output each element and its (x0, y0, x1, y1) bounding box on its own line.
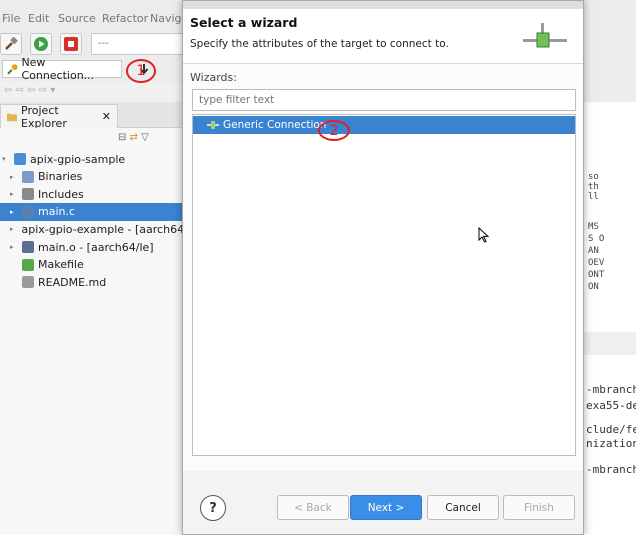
connection-combo-label: New Connection... (21, 56, 95, 82)
launch-configuration-combo[interactable]: --- (91, 33, 191, 55)
finish-button[interactable]: Finish (503, 495, 575, 520)
object-file-icon (22, 241, 34, 253)
editor-line: th (588, 182, 599, 192)
next-button[interactable]: Next > (350, 495, 422, 520)
tree-item-label: Makefile (38, 258, 84, 272)
back-button[interactable]: < Back (277, 495, 349, 520)
editor-line: ON (588, 282, 599, 292)
editor-line: AN (588, 246, 599, 256)
editor-pane[interactable]: so th ll MS S O AN OEV ONT ON (583, 102, 636, 332)
tree-item-label: apix-gpio-example - [aarch64/le] (21, 222, 185, 236)
editor-line: S O (588, 234, 605, 244)
annotation-step-2: 2 (318, 120, 350, 141)
tab-project-explorer-label: Project Explorer (21, 103, 67, 130)
chevron-right-icon[interactable]: ▸ (10, 243, 18, 251)
wizards-label: Wizards: (190, 71, 237, 84)
binaries-icon (22, 170, 34, 183)
tree-item-label: main.o - [aarch64/le] (38, 240, 154, 254)
menu-source[interactable]: Source (58, 12, 96, 25)
help-button[interactable]: ? (200, 495, 226, 521)
menu-edit[interactable]: Edit (28, 12, 49, 25)
console-pane[interactable]: -mbranch exa55-dey clude/fea nization -m… (583, 355, 636, 535)
filter-icon[interactable]: ▽ (141, 132, 149, 143)
dialog-subtitle: Specify the attributes of the target to … (190, 38, 449, 50)
wizard-item-generic-connection[interactable]: Generic Connection (193, 116, 575, 134)
tree-item[interactable]: ▸ Includes (0, 185, 185, 203)
collapse-all-icon[interactable]: ⊟ (118, 132, 126, 143)
right-toolbar (583, 30, 636, 102)
menu-refactor[interactable]: Refactor (102, 12, 148, 25)
run-icon[interactable] (30, 33, 52, 55)
dialog-heading: Select a wizard (190, 15, 298, 30)
wizard-filter-input[interactable] (192, 89, 576, 111)
console-line: -mbranch (586, 383, 636, 396)
close-icon[interactable]: ✕ (102, 110, 111, 123)
folder-icon (7, 113, 18, 122)
tree-item-label: main.c (38, 205, 76, 219)
tree-item-label: Binaries (38, 170, 83, 184)
editor-line: ONT (588, 270, 605, 280)
annotation-step-1: 1 (126, 59, 156, 83)
chevron-down-icon[interactable]: ▾ (2, 155, 10, 163)
build-hammer-icon[interactable] (0, 33, 22, 55)
link-editor-icon[interactable]: ⇄ (130, 132, 138, 143)
new-connection-dialog: Select a wizard Specify the attributes o… (182, 0, 584, 535)
tree-item[interactable]: Makefile (0, 256, 185, 274)
c-file-icon (22, 205, 34, 218)
chevron-right-icon[interactable]: ▸ (10, 173, 18, 181)
connection-combo[interactable]: New Connection... (2, 56, 122, 82)
console-line: exa55-dey (586, 399, 636, 412)
tree-item[interactable]: ▸ main.c (0, 202, 185, 221)
console-line: nization (586, 437, 636, 450)
generic-connection-icon (207, 121, 219, 129)
navigation-toolbar: ⇦ ⇨ ⇦ ⇨ ▾ (4, 85, 56, 96)
editor-line: MS (588, 222, 599, 232)
tab-project-explorer[interactable]: Project Explorer ✕ (0, 103, 118, 130)
makefile-icon (22, 258, 34, 271)
markdown-file-icon (22, 276, 34, 289)
tree-item[interactable]: ▸ apix-gpio-example - [aarch64/le] (0, 220, 185, 238)
tree-item[interactable]: README.md (0, 273, 185, 291)
connection-wizard-banner-icon (523, 23, 567, 48)
wizard-item-label: Generic Connection (223, 119, 327, 131)
editor-line: OEV (588, 258, 605, 268)
console-line: clude/fea (586, 423, 636, 436)
chevron-right-icon[interactable]: ▸ (10, 225, 14, 233)
tree-item-label: apix-gpio-sample (30, 152, 126, 166)
tree-item[interactable]: ▸ main.o - [aarch64/le] (0, 238, 185, 256)
editor-line: so (588, 172, 599, 182)
cancel-button[interactable]: Cancel (427, 495, 499, 520)
editor-line: ll (588, 192, 599, 202)
project-icon (14, 153, 26, 165)
menu-file[interactable]: File (2, 12, 20, 25)
mouse-cursor-icon (478, 227, 490, 243)
tree-item[interactable]: ▾ apix-gpio-sample (0, 150, 185, 168)
tree-toolbar: ⊟ ⇄ ▽ (118, 132, 178, 146)
chevron-right-icon[interactable]: ▸ (10, 190, 18, 198)
stop-icon[interactable] (60, 33, 82, 55)
includes-icon (22, 188, 34, 201)
dialog-title-bar (183, 1, 583, 9)
chevron-right-icon[interactable]: ▸ (10, 208, 18, 216)
wizard-list[interactable]: Generic Connection (192, 114, 576, 456)
console-line: -mbranch (586, 463, 636, 476)
tree-item-label: README.md (38, 275, 107, 289)
tree-item-label: Includes (38, 187, 84, 201)
connection-icon (7, 64, 18, 75)
tree-item[interactable]: ▸ Binaries (0, 168, 185, 186)
